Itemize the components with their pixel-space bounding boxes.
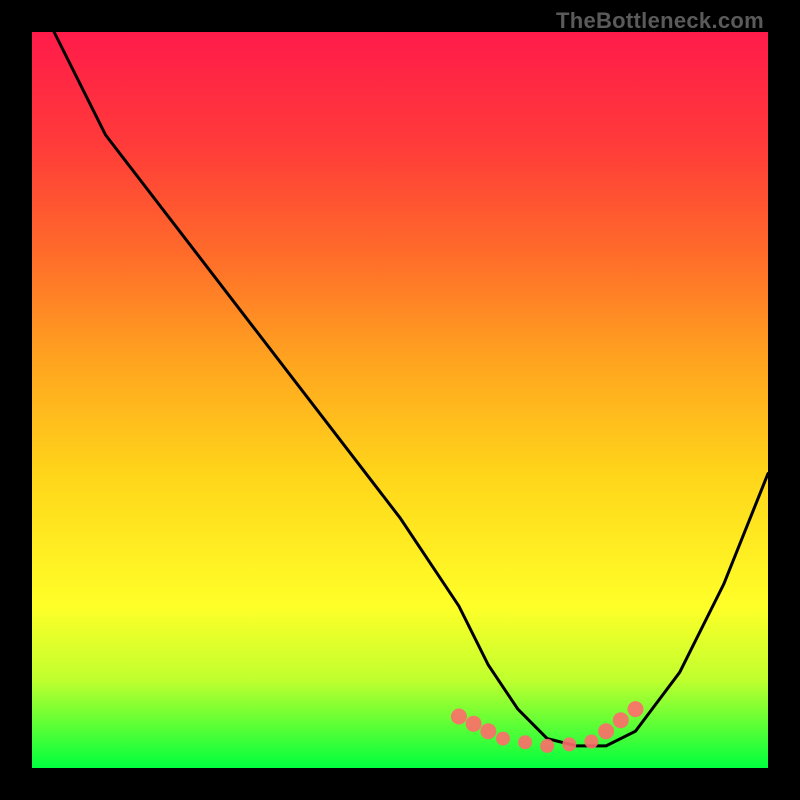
highlight-dot <box>518 735 532 749</box>
chart-svg <box>32 32 768 768</box>
highlight-right <box>598 701 643 739</box>
highlight-dot <box>613 712 629 728</box>
highlight-dot <box>562 737 576 751</box>
highlight-dot <box>496 732 510 746</box>
highlight-dot <box>584 735 598 749</box>
highlight-dot <box>628 701 644 717</box>
plot-area <box>32 32 768 768</box>
highlight-dot <box>598 723 614 739</box>
bottleneck-curve <box>54 32 768 746</box>
highlight-dot <box>480 723 496 739</box>
highlight-dot <box>540 739 554 753</box>
highlight-dot <box>451 709 467 725</box>
highlight-floor <box>496 732 598 753</box>
watermark-text: TheBottleneck.com <box>556 8 764 34</box>
highlight-left <box>451 709 496 740</box>
highlight-dot <box>466 716 482 732</box>
chart-container: TheBottleneck.com <box>0 0 800 800</box>
